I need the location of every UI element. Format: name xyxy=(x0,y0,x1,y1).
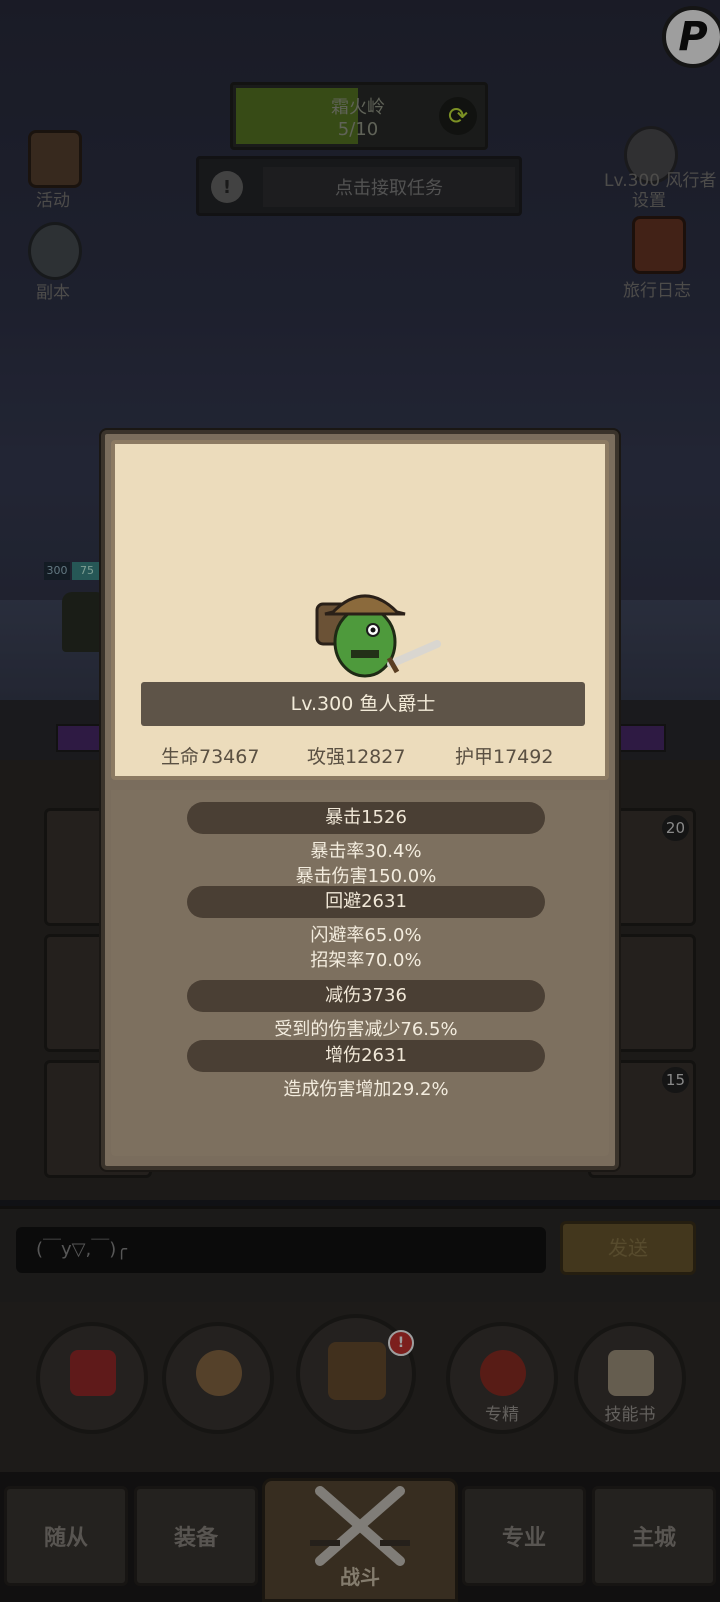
crossed-swords-icon xyxy=(310,1486,410,1566)
bread-icon xyxy=(196,1350,242,1396)
area-progress-box[interactable]: 霜火岭 5/10 ⟳ xyxy=(230,82,488,150)
chest-alert-badge: ! xyxy=(388,1330,414,1356)
stat-armor: 护甲17492 xyxy=(455,746,554,768)
specialize-icon xyxy=(480,1350,526,1396)
player-level-tag: Lv.300 风行者 xyxy=(604,171,717,191)
hero-level: 300 xyxy=(44,562,70,580)
battle-label: 战斗 xyxy=(340,1565,380,1589)
dungeon-label: 副本 xyxy=(36,283,70,303)
popup-detail-area: 暴击1526 暴击率30.4% 暴击伤害150.0% 回避2631 闪避率65.… xyxy=(111,790,609,1156)
potion-button[interactable] xyxy=(36,1322,148,1434)
chat-bar: (￣y▽,￣)╭ 发送 xyxy=(0,1206,720,1302)
skillbook-button[interactable]: 技能书 xyxy=(574,1322,686,1434)
tab-main-city[interactable]: 主城 xyxy=(592,1486,716,1586)
stat-attack: 攻强12827 xyxy=(307,746,406,768)
journal-icon xyxy=(632,216,686,274)
crit-header: 暴击1526 xyxy=(187,802,545,834)
tab-equipment[interactable]: 装备 xyxy=(134,1486,258,1586)
chest-icon xyxy=(328,1342,386,1400)
evasion-header: 回避2631 xyxy=(187,886,545,918)
specialize-label: 专精 xyxy=(485,1405,519,1425)
hero-figure xyxy=(62,592,106,652)
dodge-rate: 闪避率65.0% xyxy=(310,925,422,946)
action-row: 专精 技能书 xyxy=(0,1302,720,1472)
travel-log-button[interactable]: 旅行日志 xyxy=(612,216,702,301)
damage-boost-header: 增伤2631 xyxy=(187,1040,545,1072)
book-icon xyxy=(28,130,82,188)
skillbook-label: 技能书 xyxy=(604,1405,656,1425)
refresh-icon[interactable]: ⟳ xyxy=(439,97,477,135)
bread-button[interactable] xyxy=(162,1322,274,1434)
activity-button[interactable]: 活动 xyxy=(8,130,98,211)
slot-count-badge: 15 xyxy=(661,1067,689,1093)
corner-glyph: P xyxy=(678,14,708,60)
game-screen: P 霜火岭 5/10 ⟳ ! 点击接取任务 活动 副本 设置 Lv.300 风行… xyxy=(0,0,720,1602)
enemy-name-banner: Lv.300 鱼人爵士 xyxy=(141,682,585,726)
crit-damage: 暴击伤害150.0% xyxy=(295,866,437,887)
damage-dealt-increased: 造成伤害增加29.2% xyxy=(283,1079,449,1100)
chat-input[interactable]: (￣y▽,￣)╭ xyxy=(16,1227,546,1273)
damage-taken-reduced: 受到的伤害减少76.5% xyxy=(274,1019,458,1040)
skillbook-icon xyxy=(608,1350,654,1396)
stat-hp: 生命73467 xyxy=(161,746,260,768)
tab-profession[interactable]: 专业 xyxy=(462,1486,586,1586)
profile-corner-button[interactable]: P xyxy=(662,6,720,68)
parry-rate: 招架率70.0% xyxy=(310,950,422,971)
accept-quest-button[interactable]: 点击接取任务 xyxy=(263,167,515,207)
dungeon-button[interactable]: 副本 xyxy=(8,222,98,303)
popup-header-card: Lv.300 鱼人爵士 生命73467 攻强12827 护甲17492 xyxy=(111,440,609,780)
quest-box[interactable]: ! 点击接取任务 xyxy=(196,156,522,216)
slot-count-badge: 20 xyxy=(661,815,689,841)
travel-log-label: 旅行日志 xyxy=(623,281,691,301)
tab-battle[interactable]: 战斗 xyxy=(262,1478,458,1602)
send-button[interactable]: 发送 xyxy=(560,1221,696,1275)
hero-hp: 75 xyxy=(72,562,102,580)
specialize-button[interactable]: 专精 xyxy=(446,1322,558,1434)
tab-followers[interactable]: 随从 xyxy=(4,1486,128,1586)
potion-icon xyxy=(70,1350,116,1396)
enemy-info-popup: Lv.300 鱼人爵士 生命73467 攻强12827 护甲17492 暴击15… xyxy=(101,430,619,1170)
activity-label: 活动 xyxy=(36,191,70,211)
exclamation-icon: ! xyxy=(211,171,243,203)
damage-reduction-header: 减伤3736 xyxy=(187,980,545,1012)
portal-icon xyxy=(28,222,82,280)
crit-rate: 暴击率30.4% xyxy=(310,841,422,862)
